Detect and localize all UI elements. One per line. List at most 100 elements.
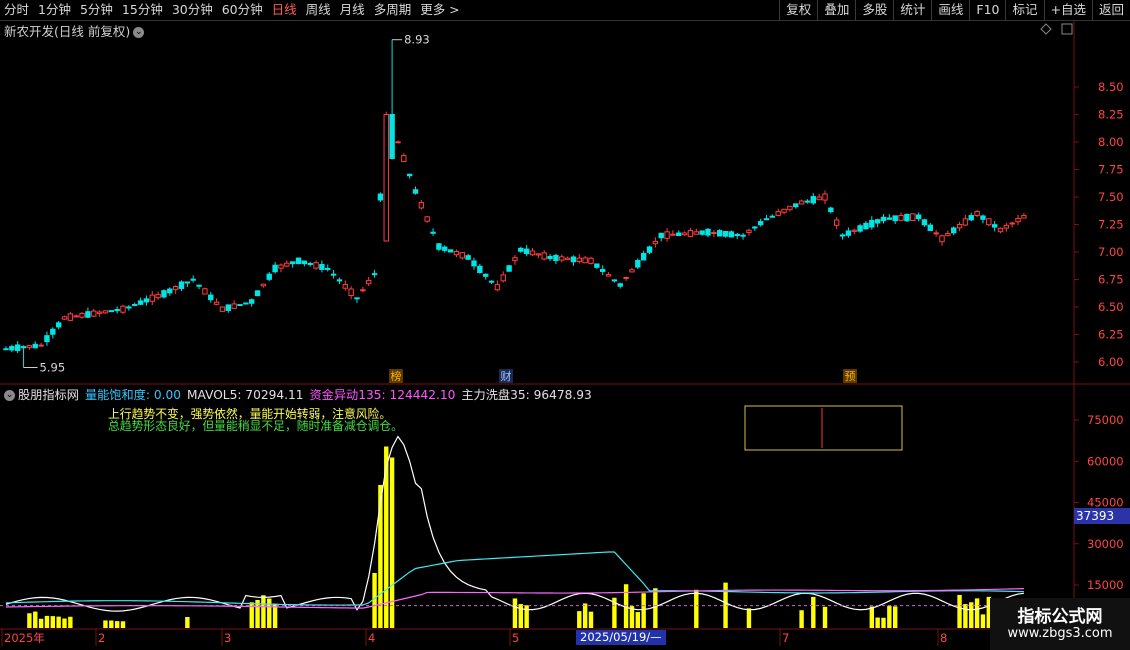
candle-body	[904, 213, 910, 222]
main-wash-line	[5, 551, 1024, 606]
candle-body	[26, 345, 33, 349]
candle-body	[968, 215, 974, 221]
candle-body	[202, 288, 208, 295]
candle-body	[793, 203, 799, 208]
candle-body	[330, 273, 337, 276]
volume-bar	[44, 615, 50, 628]
candle-body	[313, 262, 319, 269]
candle-body	[237, 304, 243, 307]
volume-bar	[881, 617, 886, 628]
candle-body	[459, 252, 466, 259]
volume-bar	[694, 589, 699, 628]
candle-body	[85, 311, 91, 318]
mavol-line	[5, 435, 1024, 612]
candle-body	[254, 290, 261, 297]
volume-bar	[969, 602, 974, 628]
candle-body	[570, 256, 577, 263]
candle-body	[582, 257, 588, 264]
candle-body	[418, 202, 425, 209]
candle-body	[412, 189, 419, 194]
candle-body	[284, 262, 290, 267]
chevron-down-icon[interactable]: ⌄	[4, 390, 15, 401]
candle-body	[278, 264, 284, 269]
candle-body	[465, 255, 471, 260]
candle-body	[406, 173, 413, 177]
volume-bar	[974, 598, 980, 628]
candle-body	[243, 302, 249, 305]
volume-bar	[372, 573, 377, 628]
volume-bar	[887, 605, 892, 628]
candle-body	[9, 346, 15, 351]
candle-body	[1009, 222, 1015, 225]
candle-body	[44, 335, 50, 343]
candle-body	[687, 229, 694, 237]
volume-bar	[62, 618, 67, 628]
candle-body	[717, 230, 723, 237]
candle-body	[623, 276, 629, 279]
candle-body	[898, 214, 904, 221]
time-label: 4	[368, 631, 375, 645]
time-label: 7	[782, 631, 789, 645]
volume-bar	[267, 598, 272, 628]
volume-bar	[811, 596, 816, 628]
candle-body	[886, 217, 893, 220]
price-tick-label: 7.75	[1098, 163, 1124, 177]
candle-body	[845, 230, 852, 236]
volume-bar	[33, 611, 38, 628]
indicator-value: 主力洗盘35: 96478.93	[461, 388, 592, 402]
candle-body	[447, 249, 454, 253]
candle-body	[102, 310, 109, 314]
candle-body	[752, 226, 758, 229]
kline-chart[interactable]: 8.50 8.25 8.00 7.75 7.50 7.25 7.00 6.75 6.50 6.25…	[0, 0, 1130, 650]
vol-tick-label: 60000	[1087, 454, 1124, 468]
candle-body	[635, 259, 641, 268]
candle-body	[120, 305, 126, 313]
vol-tick-label: 15000	[1087, 578, 1124, 592]
volume-bar	[56, 616, 61, 628]
candle-body	[676, 232, 682, 237]
diamond-icon	[1040, 23, 1052, 35]
candle-body	[155, 293, 161, 299]
candle-body	[711, 232, 717, 235]
candle-body	[670, 233, 676, 236]
candle-body	[810, 196, 816, 204]
candle-body	[371, 273, 378, 276]
candle-body	[225, 304, 232, 311]
candle-body	[746, 229, 752, 234]
volume-bar	[980, 614, 986, 628]
candle-body	[91, 310, 97, 317]
candle-body	[611, 279, 618, 282]
candle-body	[483, 273, 489, 277]
vol-tick-label: 75000	[1087, 413, 1124, 427]
candle-body	[325, 267, 331, 270]
candle-body	[699, 230, 705, 235]
indicator-name[interactable]: 股朋指标网	[18, 388, 79, 402]
vol-tick-label: 30000	[1087, 537, 1124, 551]
candle-body	[354, 297, 360, 300]
candle-body	[149, 294, 155, 302]
indicator-hint-2: 总趋势形态良好，但量能稍显不足，随时准备减仓调仓。	[108, 419, 403, 433]
candle-body	[839, 234, 846, 237]
price-tick-label: 6.50	[1098, 300, 1124, 314]
candle-body	[869, 219, 875, 228]
candle-body	[395, 141, 401, 144]
candle-body	[96, 311, 103, 314]
candle-body	[880, 216, 887, 222]
volume-bar	[261, 595, 266, 628]
volume-bar	[746, 608, 752, 628]
candle-body	[219, 306, 226, 312]
candle-body	[640, 252, 647, 261]
price-tick-label: 6.75	[1098, 273, 1124, 287]
candle-body	[196, 284, 202, 287]
candle-body	[319, 263, 325, 270]
candle-body	[851, 229, 857, 232]
candle-body	[775, 211, 781, 216]
candle-body	[213, 301, 220, 305]
volume-bar	[641, 593, 646, 628]
candle-body	[32, 343, 38, 349]
price-tick-label: 6.25	[1098, 328, 1124, 342]
candle-body	[184, 281, 191, 284]
candle-body	[442, 246, 448, 251]
candle-body	[126, 306, 132, 309]
candle-body	[1021, 215, 1027, 219]
